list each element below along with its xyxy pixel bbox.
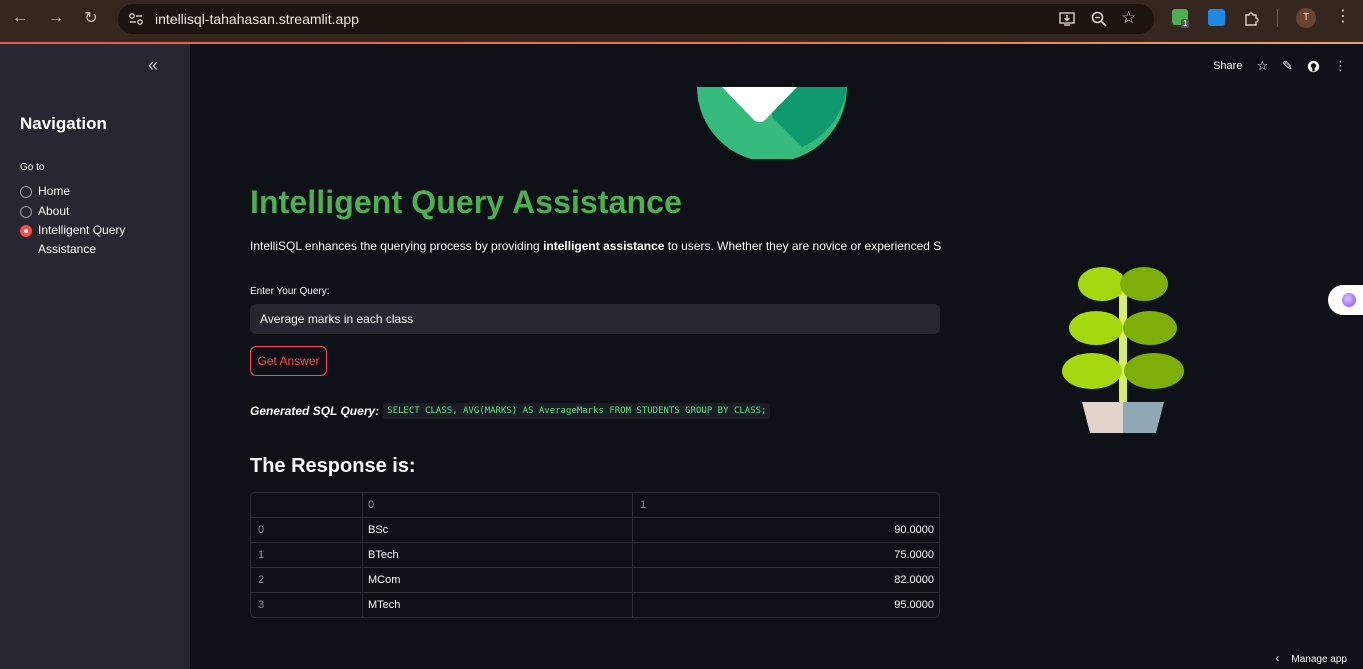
table-cell[interactable]: BSc xyxy=(363,518,633,543)
sidebar-heading: Navigation xyxy=(20,114,107,133)
table-row: 3 MTech 95.0000 xyxy=(251,593,939,617)
radio-button-selected[interactable] xyxy=(20,225,32,237)
intro-text-bold: intelligent assistance xyxy=(543,239,665,253)
table-header-cell[interactable]: 0 xyxy=(363,493,633,518)
table-header-cell[interactable] xyxy=(251,493,363,518)
plant-illustration xyxy=(1062,267,1184,433)
table-cell[interactable]: MCom xyxy=(363,568,633,593)
github-icon[interactable] xyxy=(1307,60,1320,73)
nav-option-intelligent-query-assistance[interactable]: Intelligent Query Assistance xyxy=(20,223,160,259)
url-text[interactable]: intellisql-tahahasan.streamlit.app xyxy=(155,11,359,27)
nav-option-label: Home xyxy=(38,184,71,198)
extensions-puzzle-icon[interactable] xyxy=(1243,9,1261,27)
favorite-star-icon[interactable]: ☆ xyxy=(1256,58,1268,74)
table-row: 1 BTech 75.0000 xyxy=(251,543,939,568)
table-header-row: 0 1 xyxy=(251,493,939,518)
table-cell[interactable]: MTech xyxy=(363,593,633,617)
intro-text: IntelliSQL enhances the querying process… xyxy=(250,239,941,253)
reload-icon[interactable]: ↻ xyxy=(80,7,102,29)
table-row: 2 MCom 82.0000 xyxy=(251,568,939,593)
manage-app-button[interactable]: ‹ Manage app xyxy=(1275,651,1347,665)
sidebar: « Navigation Go to Home About Intelligen… xyxy=(0,44,190,669)
nav-option-label: About xyxy=(38,204,70,218)
generated-sql-code: SELECT CLASS, AVG(MARKS) AS AverageMarks… xyxy=(383,403,771,419)
nav-option-home[interactable]: Home xyxy=(20,184,71,201)
extension-folo-icon[interactable] xyxy=(1208,9,1225,26)
table-cell[interactable]: 75.0000 xyxy=(633,543,939,568)
generated-sql-label: Generated SQL Query: xyxy=(250,404,380,418)
radio-button[interactable] xyxy=(20,186,32,198)
nav-option-label: Intelligent Query Assistance xyxy=(38,223,126,256)
table-header-cell[interactable]: 1 xyxy=(633,493,939,518)
share-button[interactable]: Share xyxy=(1213,60,1242,72)
table-cell[interactable]: 82.0000 xyxy=(633,568,939,593)
browser-menu-icon[interactable]: ⋮ xyxy=(1335,8,1351,26)
chevron-left-icon: ‹ xyxy=(1275,651,1280,665)
profile-avatar[interactable]: T xyxy=(1296,8,1316,28)
assistant-orb-icon[interactable] xyxy=(1342,293,1356,307)
app-toolbar: Share ☆ ✎ ⋮ xyxy=(1213,58,1347,74)
install-app-icon[interactable] xyxy=(1058,10,1076,28)
response-table[interactable]: 0 1 0 BSc 90.0000 1 BTech 75.0000 2 MCom… xyxy=(250,492,940,618)
site-settings-icon[interactable] xyxy=(127,10,145,28)
intro-text-start: IntelliSQL enhances the querying process… xyxy=(250,239,544,253)
manage-app-label: Manage app xyxy=(1291,654,1347,665)
query-input[interactable] xyxy=(250,304,940,334)
table-index-cell[interactable]: 2 xyxy=(251,568,363,593)
forward-arrow-icon[interactable]: → xyxy=(45,7,67,29)
radio-group-label: Go to xyxy=(20,162,45,173)
table-index-cell[interactable]: 1 xyxy=(251,543,363,568)
radio-button[interactable] xyxy=(20,206,32,218)
generated-sql-row: Generated SQL Query: SELECT CLASS, AVG(M… xyxy=(250,403,771,419)
browser-toolbar: ← → ↻ intellisql-tahahasan.streamlit.app… xyxy=(0,0,1363,42)
extension-badge: 1 xyxy=(1181,19,1190,28)
query-input-label: Enter Your Query: xyxy=(250,286,330,297)
toolbar-divider xyxy=(1277,9,1278,27)
address-bar[interactable]: intellisql-tahahasan.streamlit.app ☆ xyxy=(118,4,1154,34)
get-answer-button[interactable]: Get Answer xyxy=(250,346,327,376)
page-title: Intelligent Query Assistance xyxy=(250,184,682,220)
table-cell[interactable]: 90.0000 xyxy=(633,518,939,543)
nav-option-about[interactable]: About xyxy=(20,204,70,221)
table-cell[interactable]: 95.0000 xyxy=(633,593,939,617)
zoom-icon[interactable] xyxy=(1090,10,1108,28)
bookmark-star-icon[interactable]: ☆ xyxy=(1121,8,1136,28)
table-row: 0 BSc 90.0000 xyxy=(251,518,939,543)
table-cell[interactable]: BTech xyxy=(363,543,633,568)
edit-pencil-icon[interactable]: ✎ xyxy=(1282,58,1293,74)
floating-assistant-tab[interactable] xyxy=(1328,285,1363,315)
more-options-icon[interactable]: ⋮ xyxy=(1334,58,1347,74)
back-arrow-icon[interactable]: ← xyxy=(9,7,31,29)
response-heading: The Response is: xyxy=(250,455,416,477)
table-index-cell[interactable]: 3 xyxy=(251,593,363,617)
table-index-cell[interactable]: 0 xyxy=(251,518,363,543)
intro-text-end: to users. Whether they are novice or exp… xyxy=(664,239,942,253)
header-accent-line xyxy=(0,42,1363,44)
app-logo-image xyxy=(697,87,847,159)
collapse-sidebar-icon[interactable]: « xyxy=(148,56,158,74)
